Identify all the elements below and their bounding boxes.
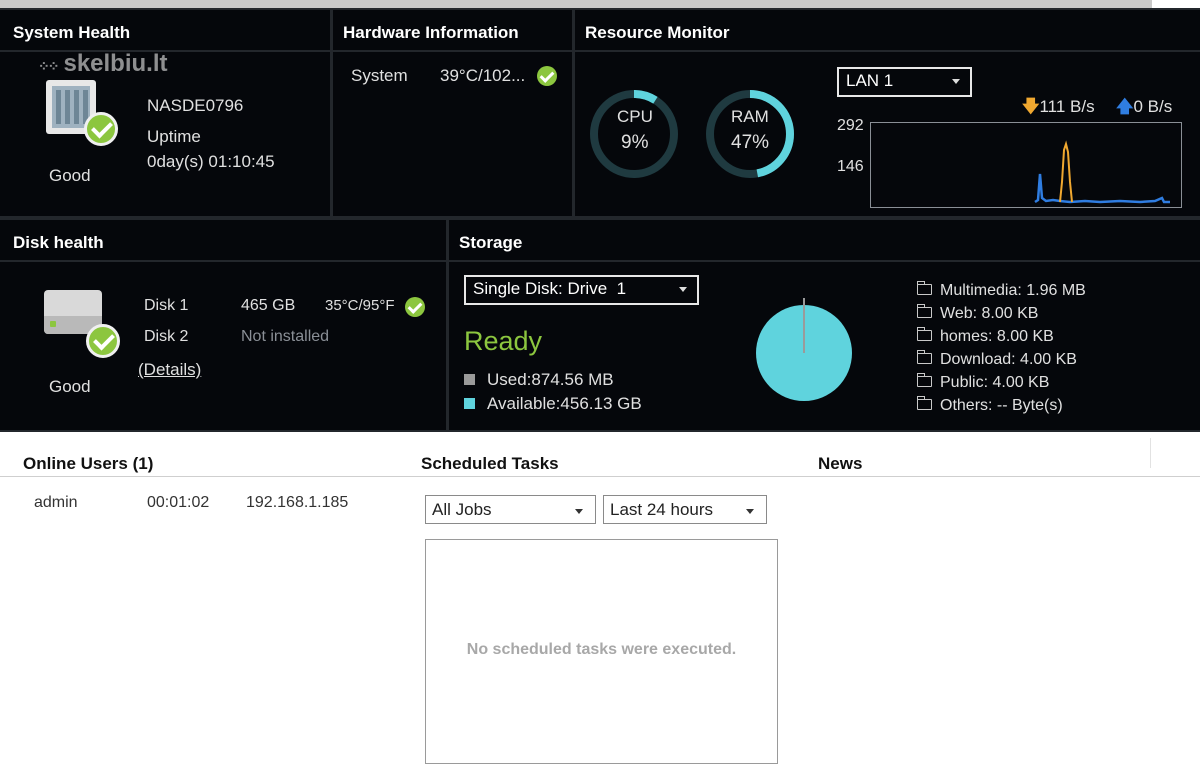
cpu-label: CPU — [617, 107, 653, 126]
scheduled-tasks-title: Scheduled Tasks — [421, 454, 559, 473]
upload-rate: 🡅0 B/s — [1116, 97, 1173, 116]
time-filter-value: Last 24 hours — [610, 500, 714, 519]
lower-header-divider — [0, 476, 1200, 477]
scheduled-tasks-box: No scheduled tasks were executed. — [425, 539, 778, 764]
network-interface-select[interactable]: LAN 1 — [837, 67, 972, 97]
storage-panel: Storage Single Disk: Drive 1 Ready Used:… — [449, 220, 1200, 430]
chevron-down-icon — [575, 509, 583, 514]
chevron-down-icon — [746, 509, 754, 514]
disk1-size: 465 GB — [241, 297, 296, 314]
disk-health-panel: Disk health Disk 1 465 GB 35°C/95°F Disk… — [0, 220, 446, 430]
hardware-info-title: Hardware Information — [333, 10, 572, 52]
storage-available: Available:456.13 GB — [464, 394, 642, 414]
folder-icon — [916, 304, 932, 318]
news-title: News — [818, 454, 863, 473]
chevron-down-icon — [679, 287, 687, 292]
folder-item-multimedia: Multimedia: 1.96 MB — [916, 281, 1086, 305]
network-traffic-chart — [870, 122, 1182, 208]
disk1-ok-check-icon — [405, 297, 425, 317]
arrow-down-icon: 🡇 — [1022, 97, 1040, 116]
hardware-row-label: System — [351, 66, 408, 85]
available-legend-swatch — [464, 398, 475, 409]
disk2-status: Not installed — [241, 328, 330, 345]
folder-icon — [916, 396, 932, 410]
storage-pie-chart — [756, 298, 852, 401]
device-name: NASDE0796 — [147, 96, 244, 115]
user-row-time: 00:01:02 — [147, 494, 210, 511]
disk-health-title: Disk health — [0, 220, 446, 262]
ram-value: 47% — [731, 132, 770, 153]
arrow-up-icon: 🡅 — [1116, 97, 1134, 116]
user-row-name: admin — [34, 494, 78, 511]
resource-monitor-panel: Resource Monitor CPU 9% RAM 47% LAN 1 🡇1… — [575, 10, 1200, 216]
disk1-name: Disk 1 — [144, 297, 189, 314]
window-top-bar — [0, 0, 1200, 8]
watermark: ⁘⁘ skelbiu.lt — [38, 50, 168, 77]
folder-list: Multimedia: 1.96 MB Web: 8.00 KB homes: … — [916, 281, 1086, 420]
volume-select-value: Single Disk: Drive 1 — [473, 279, 627, 298]
disk-details-link[interactable]: (Details) — [138, 360, 201, 380]
disk-status-good: Good — [49, 377, 91, 396]
chart-y-tick-top: 292 — [837, 117, 864, 134]
lower-area: Online Users (1) admin 00:01:02 192.168.… — [0, 432, 1200, 778]
jobs-filter-select[interactable]: All Jobs — [425, 495, 596, 524]
folder-item-others: Others: -- Byte(s) — [916, 396, 1086, 420]
storage-used: Used:874.56 MB — [464, 370, 614, 390]
storage-status: Ready — [464, 326, 543, 356]
uptime-label: Uptime — [147, 127, 201, 146]
news-header-edge — [1150, 438, 1151, 468]
hardware-row-value: 39°C/102... — [440, 66, 526, 85]
folder-icon — [916, 281, 932, 295]
disk2-name: Disk 2 — [144, 328, 189, 345]
user-row-ip: 192.168.1.185 — [246, 494, 349, 511]
jobs-filter-value: All Jobs — [432, 500, 492, 519]
time-filter-select[interactable]: Last 24 hours — [603, 495, 767, 524]
disk1-temp: 35°C/95°F — [325, 297, 395, 314]
folder-icon — [916, 350, 932, 364]
dashboard-dark-area: System Health ⁘⁘ skelbiu.lt NASDE0796 Upt… — [0, 8, 1200, 432]
online-users-title: Online Users (1) — [23, 454, 154, 473]
used-legend-swatch — [464, 374, 475, 385]
volume-select[interactable]: Single Disk: Drive 1 — [464, 275, 699, 305]
chevron-down-icon — [952, 79, 960, 84]
system-health-panel: System Health ⁘⁘ skelbiu.lt NASDE0796 Upt… — [0, 10, 330, 216]
system-status-good: Good — [49, 166, 91, 185]
system-health-title: System Health — [0, 10, 330, 52]
hardware-info-panel: Hardware Information System 39°C/102... — [333, 10, 572, 216]
scheduled-tasks-empty-message: No scheduled tasks were executed. — [466, 641, 737, 658]
folder-item-web: Web: 8.00 KB — [916, 304, 1086, 328]
download-rate: 🡇111 B/s — [1022, 97, 1095, 116]
resource-monitor-title: Resource Monitor — [575, 10, 1200, 52]
network-interface-value: LAN 1 — [846, 71, 894, 90]
uptime-value: 0day(s) 01:10:45 — [147, 152, 275, 171]
folder-icon — [916, 327, 932, 341]
folder-item-public: Public: 4.00 KB — [916, 373, 1086, 397]
cpu-value: 9% — [621, 132, 649, 153]
folder-item-download: Download: 4.00 KB — [916, 350, 1086, 374]
system-ok-check-icon — [84, 112, 118, 146]
ram-label: RAM — [731, 107, 769, 126]
disk-ok-check-icon — [86, 324, 120, 358]
folder-item-homes: homes: 8.00 KB — [916, 327, 1086, 351]
chart-y-tick-mid: 146 — [837, 158, 864, 175]
folder-icon — [916, 373, 932, 387]
hardware-ok-check-icon — [537, 66, 557, 86]
storage-title: Storage — [449, 220, 1200, 262]
